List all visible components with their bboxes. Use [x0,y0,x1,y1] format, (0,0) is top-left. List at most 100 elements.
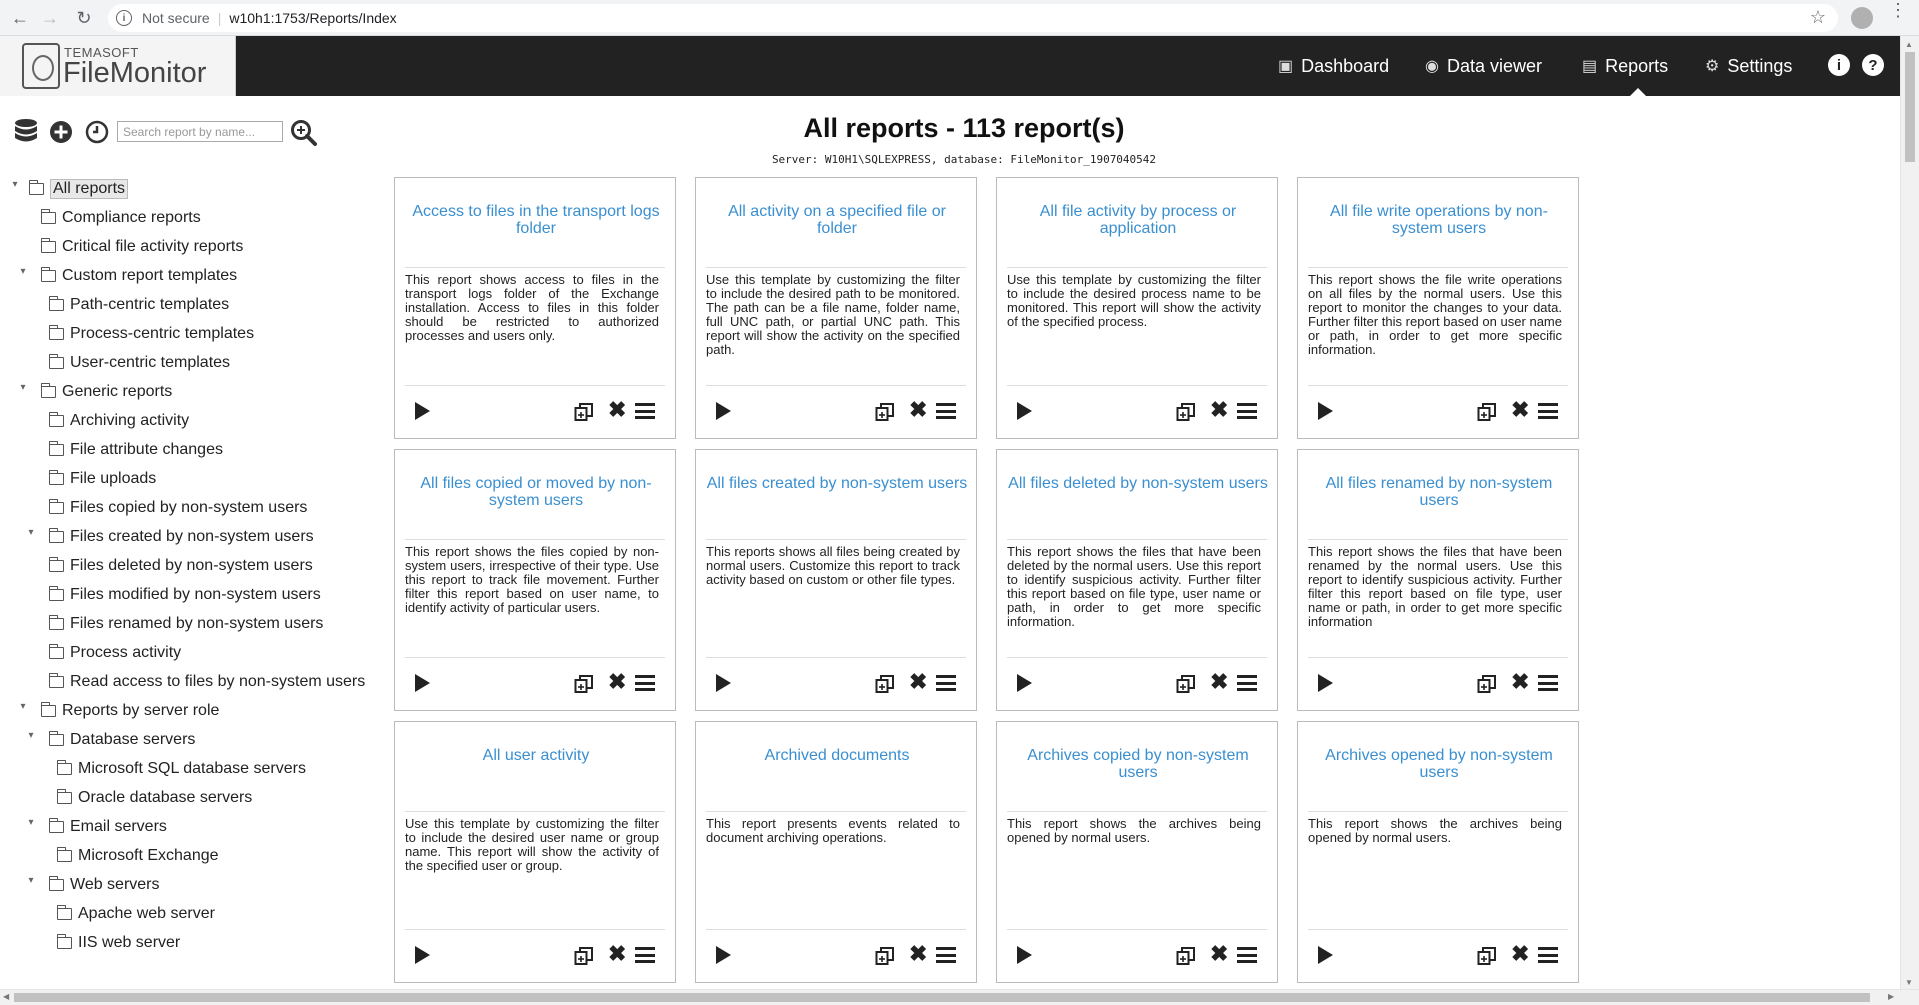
tree-item-reports-by-server-role[interactable]: Reports by server role [40,699,219,723]
report-card-title[interactable]: All user activity [405,747,667,764]
tree-collapse-icon[interactable]: ▾ [25,730,37,741]
report-menu-icon[interactable] [1237,675,1257,691]
profile-avatar-icon[interactable] [1851,7,1873,29]
tree-item-oracle-servers[interactable]: Oracle database servers [56,786,252,810]
copy-report-icon[interactable] [574,402,594,422]
tree-item-files-modified[interactable]: Files modified by non-system users [48,583,321,607]
tree-item-files-copied[interactable]: Files copied by non-system users [48,496,307,520]
report-card[interactable]: All activity on a specified file or fold… [695,177,977,439]
copy-report-icon[interactable] [1176,674,1196,694]
delete-report-icon[interactable]: ✖ [909,942,927,966]
vertical-scrollbar[interactable]: ▲ ▼ [1900,36,1919,989]
scroll-up-icon[interactable]: ▲ [1905,40,1913,49]
info-icon[interactable]: i [116,10,132,26]
run-report-play-icon[interactable] [716,402,731,420]
nav-data-viewer[interactable]: ◉ Data viewer [1425,36,1542,96]
copy-report-icon[interactable] [875,674,895,694]
run-report-play-icon[interactable] [716,674,731,692]
help-icon[interactable]: ? [1862,54,1884,76]
run-report-play-icon[interactable] [716,946,731,964]
tree-item-compliance-reports[interactable]: Compliance reports [40,206,201,230]
report-card-title[interactable]: All file activity by process or applicat… [1007,203,1269,237]
copy-report-icon[interactable] [875,946,895,966]
run-report-play-icon[interactable] [1318,946,1333,964]
run-report-play-icon[interactable] [1318,674,1333,692]
tree-item-files-deleted[interactable]: Files deleted by non-system users [48,554,313,578]
copy-report-icon[interactable] [1176,402,1196,422]
tree-item-file-attribute-changes[interactable]: File attribute changes [48,438,223,462]
report-card[interactable]: All file activity by process or applicat… [996,177,1278,439]
tree-item-microsoft-exchange[interactable]: Microsoft Exchange [56,844,219,868]
report-card-title[interactable]: All activity on a specified file or fold… [706,203,968,237]
tree-collapse-icon[interactable]: ▾ [25,817,37,828]
tree-item-email-servers[interactable]: Email servers [48,815,167,839]
tree-collapse-icon[interactable]: ▾ [17,266,29,277]
delete-report-icon[interactable]: ✖ [1511,398,1529,422]
tree-item-read-access[interactable]: Read access to files by non-system users [48,670,365,694]
tree-collapse-icon[interactable]: ▾ [25,527,37,538]
bookmark-star-icon[interactable]: ☆ [1810,7,1826,28]
scrollbar-thumb[interactable] [14,993,1870,1002]
report-menu-icon[interactable] [1538,675,1558,691]
report-card[interactable]: Archived documents This report presents e… [695,721,977,983]
delete-report-icon[interactable]: ✖ [1210,942,1228,966]
tree-item-user-centric-templates[interactable]: User-centric templates [48,351,230,375]
nav-dashboard[interactable]: ▣ Dashboard [1278,36,1389,96]
tree-item-web-servers[interactable]: Web servers [48,873,160,897]
copy-report-icon[interactable] [1477,674,1497,694]
report-card[interactable]: Archives opened by non-system users This … [1297,721,1579,983]
nav-reports[interactable]: ▤ Reports [1582,36,1668,96]
tree-item-archiving-activity[interactable]: Archiving activity [48,409,189,433]
copy-report-icon[interactable] [1477,946,1497,966]
copy-report-icon[interactable] [875,402,895,422]
tree-collapse-icon[interactable]: ▾ [17,701,29,712]
scroll-right-icon[interactable]: ▶ [1888,992,1894,1001]
copy-report-icon[interactable] [574,674,594,694]
report-menu-icon[interactable] [635,403,655,419]
tree-item-generic-reports[interactable]: Generic reports [40,380,172,404]
report-card[interactable]: All files created by non-system users Thi… [695,449,977,711]
report-menu-icon[interactable] [1538,403,1558,419]
history-clock-icon[interactable] [85,120,109,144]
report-card[interactable]: All file write operations by non-system … [1297,177,1579,439]
copy-report-icon[interactable] [1477,402,1497,422]
delete-report-icon[interactable]: ✖ [608,670,626,694]
delete-report-icon[interactable]: ✖ [608,398,626,422]
delete-report-icon[interactable]: ✖ [1511,942,1529,966]
report-card[interactable]: Access to files in the transport logs fo… [394,177,676,439]
delete-report-icon[interactable]: ✖ [1511,670,1529,694]
horizontal-scrollbar[interactable]: ◀ ▶ [0,989,1919,1005]
reload-icon[interactable]: ↻ [72,6,96,30]
copy-report-icon[interactable] [1176,946,1196,966]
tree-item-mssql-servers[interactable]: Microsoft SQL database servers [56,757,306,781]
report-card-title[interactable]: Archives opened by non-system users [1308,747,1570,781]
delete-report-icon[interactable]: ✖ [1210,398,1228,422]
add-report-icon[interactable] [49,120,73,144]
report-card[interactable]: All user activity Use this template by cu… [394,721,676,983]
browser-menu-icon[interactable]: ⋮ [1889,1,1907,19]
scroll-left-icon[interactable]: ◀ [3,992,9,1001]
logo[interactable]: TEMASOFT FileMonitor [0,36,236,96]
forward-arrow-icon[interactable]: → [38,6,62,30]
report-card-title[interactable]: Access to files in the transport logs fo… [405,203,667,237]
delete-report-icon[interactable]: ✖ [1210,670,1228,694]
tree-item-all-reports[interactable]: All reports [28,177,129,201]
report-card-title[interactable]: All files created by non-system users [706,475,968,492]
tree-item-database-servers[interactable]: Database servers [48,728,195,752]
search-report-input[interactable] [117,121,283,142]
report-menu-icon[interactable] [635,947,655,963]
tree-item-files-renamed[interactable]: Files renamed by non-system users [48,612,323,636]
delete-report-icon[interactable]: ✖ [909,398,927,422]
delete-report-icon[interactable]: ✖ [608,942,626,966]
report-card-title[interactable]: All files renamed by non-system users [1308,475,1570,509]
tree-item-custom-report-templates[interactable]: Custom report templates [40,264,237,288]
report-card-title[interactable]: Archived documents [706,747,968,764]
report-card[interactable]: All files deleted by non-system users Thi… [996,449,1278,711]
report-menu-icon[interactable] [1237,947,1257,963]
report-menu-icon[interactable] [936,403,956,419]
tree-collapse-icon[interactable]: ▾ [25,875,37,886]
address-bar[interactable]: i Not secure | w10h1:1753/Reports/Index … [108,4,1838,32]
nav-settings[interactable]: ⚙ Settings [1705,36,1792,96]
tree-item-files-created[interactable]: Files created by non-system users [48,525,314,549]
database-icon[interactable] [13,118,39,146]
